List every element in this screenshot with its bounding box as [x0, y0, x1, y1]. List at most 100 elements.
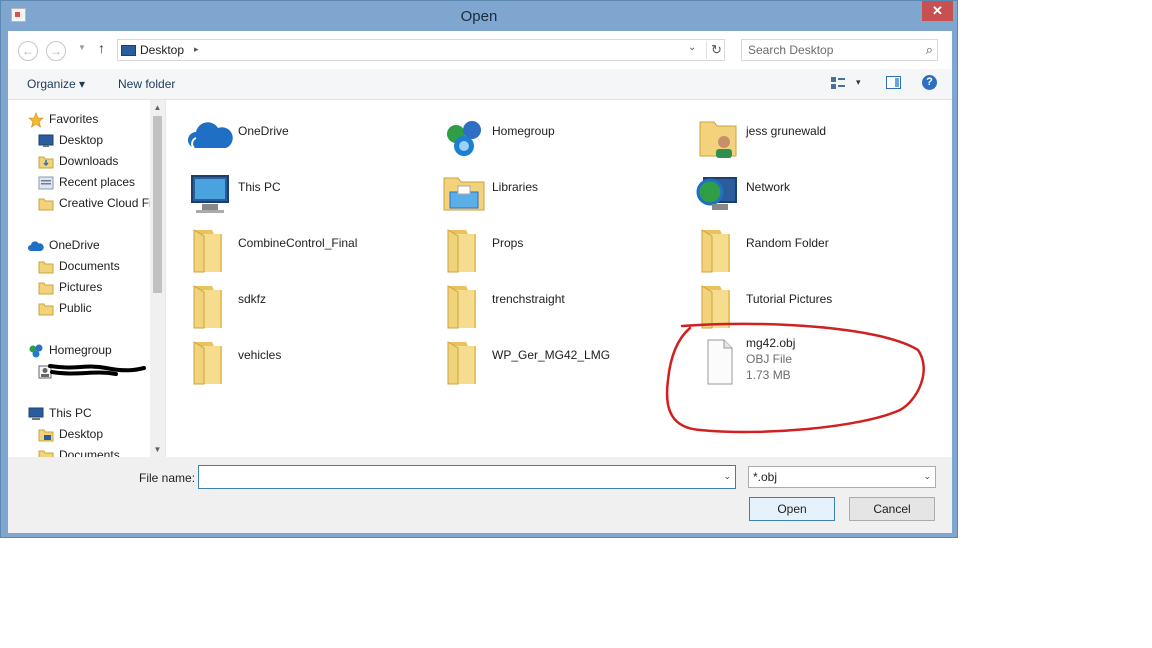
address-bar[interactable]: Desktop ▸ ⌄ ↻: [117, 39, 725, 61]
close-button[interactable]: ✕: [922, 1, 953, 21]
sidebar-item-homegroup[interactable]: Homegroup: [28, 341, 112, 359]
sidebar-item-desktop[interactable]: Desktop: [38, 131, 103, 149]
sidebar-item-label: Homegroup: [49, 343, 112, 357]
sidebar-item-user[interactable]: [38, 362, 146, 380]
sidebar-item-onedrive[interactable]: OneDrive: [28, 236, 100, 254]
file-name: OneDrive: [238, 124, 289, 138]
desktop-icon: [38, 134, 54, 147]
address-separator-icon[interactable]: ▸: [194, 44, 199, 55]
file-name: CombineControl_Final: [238, 236, 358, 250]
forward-button[interactable]: →: [46, 41, 66, 61]
file-item-libraries[interactable]: Libraries: [440, 166, 680, 218]
sidebar-item-favorites[interactable]: Favorites: [28, 110, 98, 128]
scroll-down-arrow-icon[interactable]: ▼: [150, 442, 165, 457]
folder-item[interactable]: Random Folder: [694, 222, 934, 274]
refresh-button[interactable]: ↻: [706, 41, 726, 59]
navigation-scrollbar[interactable]: ▲ ▼: [150, 100, 165, 457]
file-type-filter-value: *.obj: [753, 470, 778, 484]
sidebar-item-label: Public: [59, 301, 92, 315]
dialog-body: ← → ▼ ↑ Desktop ▸ ⌄ ↻ Search Desktop ⌕ O…: [8, 31, 952, 533]
file-name: Random Folder: [746, 236, 829, 250]
folder-icon: [701, 229, 730, 273]
address-location[interactable]: Desktop: [140, 43, 184, 57]
folder-item[interactable]: WP_Ger_MG42_LMG: [440, 334, 680, 386]
homegroup-icon: [447, 121, 481, 156]
recent-places-icon: [38, 176, 54, 190]
folder-icon: [38, 198, 54, 211]
folder-item[interactable]: Props: [440, 222, 680, 274]
recent-locations-dropdown[interactable]: ▼: [78, 43, 86, 52]
open-dialog: Open ✕ ← → ▼ ↑ Desktop ▸ ⌄ ↻ Search Desk…: [0, 0, 958, 538]
sidebar-item-public[interactable]: Public: [38, 299, 92, 317]
file-name: Tutorial Pictures: [746, 292, 833, 306]
file-name: Props: [492, 236, 524, 250]
file-type: OBJ File: [746, 352, 793, 366]
preview-pane-icon[interactable]: [886, 76, 901, 89]
folder-icon: [193, 229, 222, 273]
sidebar-item-downloads[interactable]: Downloads: [38, 152, 118, 170]
sidebar-item-documents-pc[interactable]: Documents: [38, 446, 120, 457]
folder-item[interactable]: vehicles: [186, 334, 426, 386]
this-pc-icon: [28, 407, 44, 420]
libraries-icon: [443, 177, 485, 211]
open-button[interactable]: Open: [749, 497, 835, 521]
file-size: 1.73 MB: [746, 368, 791, 382]
search-icon[interactable]: ⌕: [926, 42, 933, 58]
window-title: Open: [460, 8, 498, 25]
sidebar-item-recent-places[interactable]: Recent places: [38, 173, 135, 191]
sidebar-item-creative-cloud[interactable]: Creative Cloud Fi: [38, 194, 152, 212]
file-type-filter[interactable]: *.obj ⌄: [748, 466, 936, 488]
file-name: mg42.obj: [746, 336, 796, 350]
onedrive-icon: [188, 122, 233, 149]
sidebar-item-label: Documents: [59, 259, 120, 273]
view-options-icon[interactable]: [831, 77, 845, 89]
cancel-button[interactable]: Cancel: [849, 497, 935, 521]
folder-icon: [38, 261, 54, 274]
scroll-up-arrow-icon[interactable]: ▲: [150, 100, 165, 115]
user-folder-icon: [699, 121, 737, 158]
file-name-input[interactable]: ⌄: [198, 465, 736, 489]
file-item-onedrive[interactable]: OneDrive: [186, 110, 426, 162]
folder-item[interactable]: sdkfz: [186, 278, 426, 330]
view-options-dropdown[interactable]: ▾: [856, 77, 861, 88]
filter-dropdown-icon[interactable]: ⌄: [923, 471, 931, 482]
help-icon[interactable]: ?: [922, 75, 937, 90]
address-dropdown-icon[interactable]: ⌄: [688, 42, 696, 53]
file-item-network[interactable]: Network: [694, 166, 934, 218]
navigation-pane: Favorites Desktop Downloads Recent place…: [8, 100, 166, 457]
file-item-mg42-obj[interactable]: mg42.obj OBJ File 1.73 MB: [694, 334, 934, 386]
folder-icon: [447, 285, 476, 329]
navigation-bar: ← → ▼ ↑ Desktop ▸ ⌄ ↻ Search Desktop ⌕: [8, 31, 952, 69]
desktop-icon: [38, 429, 54, 442]
folder-icon: [193, 341, 222, 385]
command-toolbar: Organize ▾ New folder ▾ ?: [8, 69, 952, 100]
sidebar-item-desktop-pc[interactable]: Desktop: [38, 425, 103, 443]
redaction-scribble: [48, 364, 146, 376]
folder-item[interactable]: CombineControl_Final: [186, 222, 426, 274]
sidebar-item-this-pc[interactable]: This PC: [28, 404, 92, 422]
file-name-dropdown-icon[interactable]: ⌄: [723, 471, 731, 482]
title-bar[interactable]: Open ✕: [1, 1, 957, 31]
scroll-thumb[interactable]: [153, 116, 162, 293]
file-item-homegroup[interactable]: Homegroup: [440, 110, 680, 162]
file-item-this-pc[interactable]: This PC: [186, 166, 426, 218]
folder-item[interactable]: trenchstraight: [440, 278, 680, 330]
sidebar-item-label: Recent places: [59, 175, 136, 189]
sidebar-item-label: Desktop: [59, 427, 104, 441]
sidebar-item-pictures[interactable]: Pictures: [38, 278, 102, 296]
search-placeholder: Search Desktop: [748, 43, 834, 57]
organize-button[interactable]: Organize ▾: [27, 77, 85, 91]
file-name: sdkfz: [238, 292, 267, 306]
back-button[interactable]: ←: [18, 41, 38, 61]
new-folder-button[interactable]: New folder: [118, 77, 175, 91]
onedrive-icon: [28, 241, 44, 251]
folder-icon: [447, 229, 476, 273]
file-name: Libraries: [492, 180, 539, 194]
file-item-user-folder[interactable]: jess grunewald: [694, 110, 934, 162]
folder-item[interactable]: Tutorial Pictures: [694, 278, 934, 330]
desktop-icon: [121, 45, 136, 56]
sidebar-item-label: Pictures: [59, 280, 103, 294]
search-input[interactable]: Search Desktop ⌕: [741, 39, 938, 61]
up-button[interactable]: ↑: [98, 40, 105, 56]
sidebar-item-documents[interactable]: Documents: [38, 257, 120, 275]
